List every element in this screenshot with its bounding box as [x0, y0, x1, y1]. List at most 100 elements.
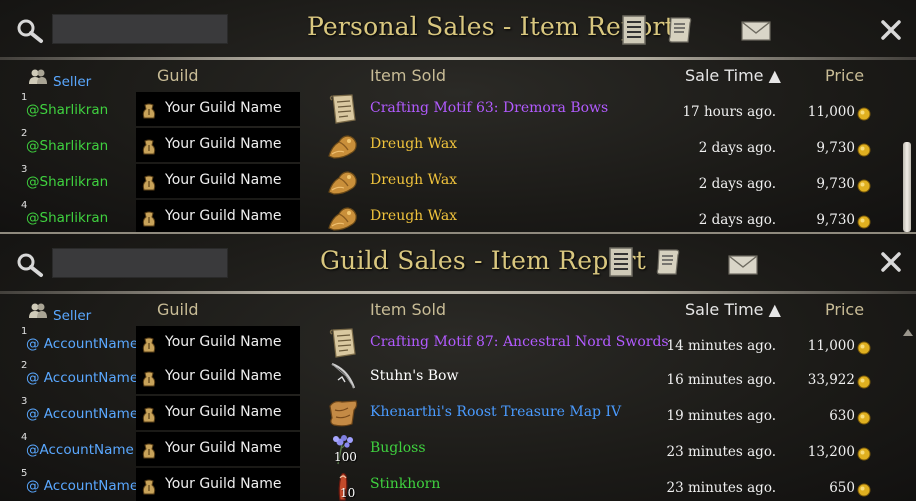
guild-trader-icon: [141, 442, 157, 460]
price-column-header[interactable]: Price: [825, 300, 864, 319]
sale-row[interactable]: 2 @Sharlikran Your Guild Name Dreugh Wax 2 d…: [0, 128, 896, 164]
gold-coin-icon: [857, 374, 871, 389]
sale-time: 19 minutes ago.: [666, 408, 776, 424]
mail-icon[interactable]: [740, 16, 772, 44]
column-headers: Seller Guild Item Sold Sale Time ▲ Price: [0, 64, 916, 90]
item-column-header[interactable]: Item Sold: [370, 300, 446, 319]
guild-name[interactable]: Your Guild Name: [165, 208, 281, 224]
mail-icon[interactable]: [727, 250, 759, 278]
search-icon[interactable]: [16, 18, 44, 44]
guild-name[interactable]: Your Guild Name: [165, 334, 281, 350]
seller-name[interactable]: @AccountName: [26, 442, 134, 458]
guild-name[interactable]: Your Guild Name: [165, 476, 281, 492]
dreugh-wax-icon[interactable]: [326, 128, 360, 162]
sale-price: 630: [829, 408, 855, 424]
users-icon[interactable]: [28, 67, 48, 85]
gold-coin-icon: [857, 482, 871, 497]
seller-name[interactable]: @Sharlikran: [26, 102, 108, 118]
item-name[interactable]: Dreugh Wax: [370, 172, 457, 188]
sale-time: 23 minutes ago.: [666, 444, 776, 460]
gold-coin-icon: [857, 178, 871, 193]
item-name[interactable]: Crafting Motif 63: Dremora Bows: [370, 100, 608, 116]
guild-trader-icon: [141, 210, 157, 228]
users-icon[interactable]: [28, 301, 48, 319]
scroll-thumb[interactable]: [903, 142, 911, 232]
sale-row[interactable]: 3 @ AccountName Your Guild Name Khenarthi's…: [0, 396, 896, 432]
bow-icon[interactable]: [326, 360, 360, 394]
treasure-map-icon[interactable]: [326, 396, 360, 430]
search-input[interactable]: [52, 14, 228, 44]
item-column-header[interactable]: Item Sold: [370, 66, 446, 85]
scroll-document-icon[interactable]: [666, 14, 694, 46]
seller-name[interactable]: @ AccountName: [26, 478, 138, 494]
seller-name[interactable]: @ AccountName: [26, 370, 138, 386]
guild-cell: Your Guild Name: [136, 128, 300, 162]
price-column-header[interactable]: Price: [825, 66, 864, 85]
seller-name[interactable]: @Sharlikran: [26, 138, 108, 154]
scrollbar[interactable]: [900, 326, 916, 501]
item-name[interactable]: Khenarthi's Roost Treasure Map IV: [370, 404, 621, 420]
sale-time: 2 days ago.: [698, 176, 776, 192]
personal-sales-window: Personal Sales - Item Report Seller Guil…: [0, 0, 916, 232]
dreugh-wax-icon[interactable]: [326, 200, 360, 232]
guild-trader-icon: [141, 406, 157, 424]
report-list-icon[interactable]: [620, 14, 648, 46]
sale-row[interactable]: 3 @Sharlikran Your Guild Name Dreugh Wax 2 d…: [0, 164, 896, 200]
guild-name[interactable]: Your Guild Name: [165, 440, 281, 456]
report-list-icon[interactable]: [607, 246, 635, 278]
title-divider: [0, 291, 916, 294]
guild-name[interactable]: Your Guild Name: [165, 172, 281, 188]
guild-column-header[interactable]: Guild: [157, 300, 199, 319]
sale-row[interactable]: 5 @ AccountName Your Guild Name 10 Stinkhorn…: [0, 468, 896, 501]
sale-time: 16 minutes ago.: [666, 372, 776, 388]
scroll-icon[interactable]: [326, 92, 360, 126]
seller-name[interactable]: @Sharlikran: [26, 210, 108, 226]
sale-time: 14 minutes ago.: [666, 338, 776, 354]
gold-coin-icon: [857, 410, 871, 425]
item-name[interactable]: Dreugh Wax: [370, 136, 457, 152]
search-input[interactable]: [52, 248, 228, 278]
item-name[interactable]: Dreugh Wax: [370, 208, 457, 224]
scrollbar[interactable]: [900, 92, 916, 232]
window-title: Guild Sales - Item Report: [320, 246, 647, 275]
guild-cell: Your Guild Name: [136, 396, 300, 430]
sale-row[interactable]: 4 @AccountName Your Guild Name 100 Bugloss 23…: [0, 432, 896, 468]
bugloss-icon[interactable]: 100: [326, 432, 360, 466]
close-icon[interactable]: [880, 19, 902, 41]
title-divider: [0, 57, 916, 60]
guild-column-header[interactable]: Guild: [157, 66, 199, 85]
sale-time: 2 days ago.: [698, 140, 776, 156]
seller-column-header[interactable]: Seller: [53, 308, 91, 324]
guild-trader-icon: [141, 138, 157, 156]
sale-row[interactable]: 4 @Sharlikran Your Guild Name Dreugh Wax 2 d…: [0, 200, 896, 232]
guild-name[interactable]: Your Guild Name: [165, 368, 281, 384]
item-name[interactable]: Stuhn's Bow: [370, 368, 458, 384]
guild-name[interactable]: Your Guild Name: [165, 404, 281, 420]
dreugh-wax-icon[interactable]: [326, 164, 360, 198]
seller-name[interactable]: @ AccountName: [26, 406, 138, 422]
seller-name[interactable]: @Sharlikran: [26, 174, 108, 190]
item-name[interactable]: Stinkhorn: [370, 476, 440, 492]
seller-column-header[interactable]: Seller: [53, 74, 91, 90]
seller-name[interactable]: @ AccountName: [26, 336, 138, 352]
search-icon[interactable]: [16, 252, 44, 278]
item-name[interactable]: Crafting Motif 87: Ancestral Nord Swords: [370, 334, 669, 350]
scroll-document-icon[interactable]: [654, 246, 682, 278]
sale-row[interactable]: 1 @ AccountName Your Guild Name Crafting Mo…: [0, 326, 896, 362]
scroll-icon[interactable]: [326, 326, 360, 360]
scroll-up-icon[interactable]: [901, 326, 915, 338]
sale-row[interactable]: 1 @Sharlikran Your Guild Name Crafting Moti…: [0, 92, 896, 128]
item-name[interactable]: Bugloss: [370, 440, 426, 456]
gold-coin-icon: [857, 106, 871, 121]
stinkhorn-icon[interactable]: 10: [326, 468, 360, 501]
time-column-header[interactable]: Sale Time ▲: [685, 66, 781, 85]
sale-price: 9,730: [816, 140, 855, 156]
gold-coin-icon: [857, 446, 871, 461]
sale-row[interactable]: 2 @ AccountName Your Guild Name Stuhn's Bow…: [0, 360, 896, 396]
guild-name[interactable]: Your Guild Name: [165, 136, 281, 152]
close-icon[interactable]: [880, 251, 902, 273]
guild-cell: Your Guild Name: [136, 432, 300, 466]
guild-cell: Your Guild Name: [136, 164, 300, 198]
time-column-header[interactable]: Sale Time ▲: [685, 300, 781, 319]
guild-name[interactable]: Your Guild Name: [165, 100, 281, 116]
